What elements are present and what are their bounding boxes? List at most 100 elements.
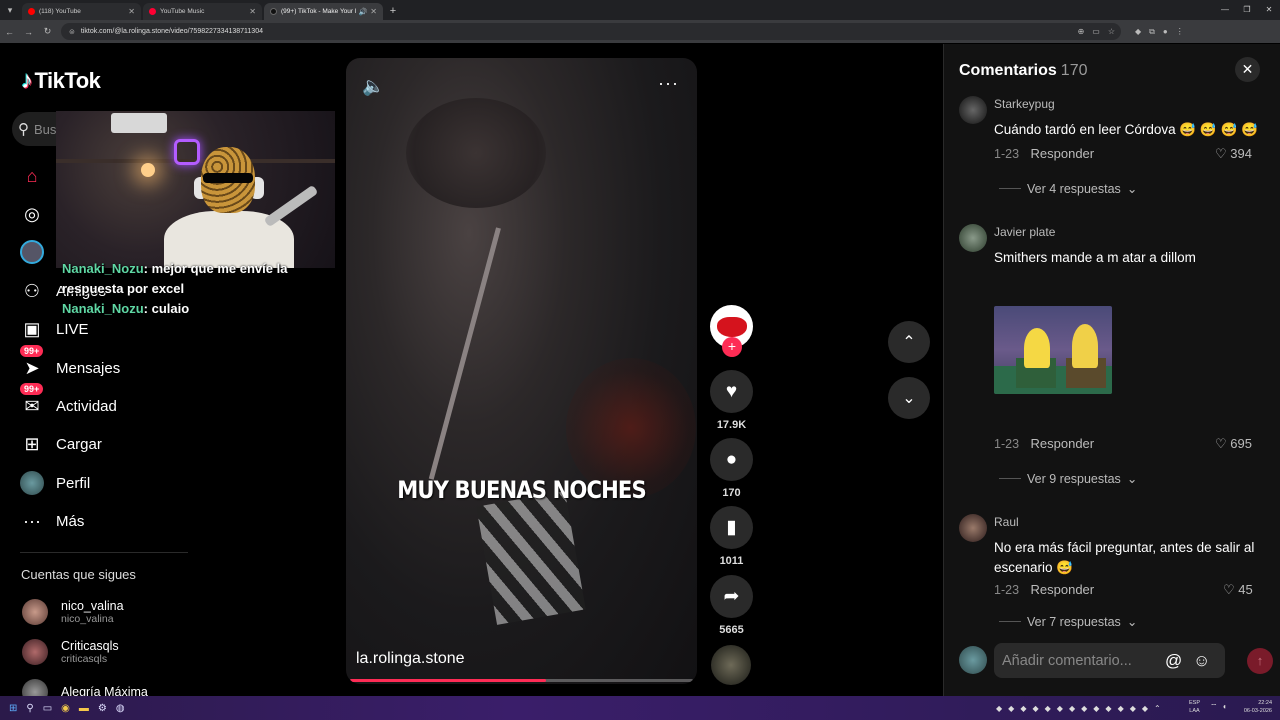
tray-app-icon[interactable]: ◆ [1142, 704, 1148, 713]
language-indicator[interactable]: ESP LAA [1189, 699, 1200, 715]
file-explorer-icon[interactable]: ▬ [79, 703, 89, 714]
tab-tiktok[interactable]: (99+) TikTok - Make Your Day 🔊 ✕ [264, 3, 383, 20]
reply-button[interactable]: Responder [1031, 582, 1095, 597]
reply-button[interactable]: Responder [1031, 436, 1095, 451]
tray-overflow-icon[interactable]: ⌃ [1154, 704, 1161, 713]
volume-icon[interactable]: ◖ [1222, 702, 1227, 711]
comment-user[interactable]: Javier plate [994, 225, 1055, 239]
bookmark-icon: ▮ [726, 517, 737, 538]
emoji-icon[interactable]: ☺ [1193, 651, 1210, 671]
tray-app-icon[interactable]: ◆ [1093, 704, 1099, 713]
next-video-button[interactable]: ⌄ [888, 377, 930, 419]
tab-youtube[interactable]: (118) YouTube ✕ [22, 3, 141, 20]
reload-icon[interactable]: ↻ [38, 26, 57, 37]
settings-icon[interactable]: ⚙ [98, 703, 107, 714]
reply-button[interactable]: Responder [1031, 146, 1095, 161]
video-progress-bar[interactable] [350, 679, 693, 682]
extension-icon[interactable]: ◆ [1135, 27, 1141, 37]
view-replies-button[interactable]: Ver 9 respuestas ⌄ [999, 471, 1137, 486]
tab-search-icon[interactable]: ▾ [0, 0, 20, 20]
following-account[interactable]: Criticasqls criticasqls [22, 639, 119, 665]
avatar[interactable] [959, 514, 987, 542]
nav-explore[interactable]: ◎ [20, 201, 56, 227]
tray-app-icon[interactable]: ◆ [1032, 704, 1038, 713]
nav-messages[interactable]: ➤ Mensajes 99+ [20, 345, 120, 381]
nav-activity[interactable]: ✉ Actividad 99+ [20, 383, 117, 419]
tray-app-icon[interactable]: ◆ [996, 704, 1002, 713]
nav-home[interactable]: ⌂ [20, 163, 56, 189]
save-button[interactable]: ▮ [710, 506, 753, 549]
cast-icon[interactable]: ▭ [1092, 27, 1100, 36]
nav-following[interactable] [20, 239, 56, 265]
comment-like[interactable]: ♡ 695 [1215, 436, 1252, 452]
tray-app-icon[interactable]: ◆ [1020, 704, 1026, 713]
extensions-puzzle-icon[interactable]: ⧉ [1149, 27, 1155, 37]
mention-icon[interactable]: @ [1165, 651, 1182, 671]
video-author[interactable]: la.rolinga.stone [356, 650, 465, 668]
profile-icon[interactable]: ● [1163, 27, 1168, 37]
nav-upload[interactable]: ⊞ Cargar [20, 431, 101, 457]
comment-like[interactable]: ♡ 45 [1223, 582, 1253, 598]
share-button[interactable]: ➦ [710, 575, 753, 618]
app-icon[interactable]: ◍ [116, 703, 125, 714]
search-icon[interactable]: ⚲ [26, 703, 33, 714]
zoom-icon[interactable]: ⊕ [1078, 27, 1085, 36]
task-view-icon[interactable]: ▭ [43, 703, 52, 714]
close-comments-button[interactable]: ✕ [1235, 57, 1260, 82]
window-close-icon[interactable]: ✕ [1258, 0, 1280, 20]
tray-app-icon[interactable]: ◆ [1045, 704, 1051, 713]
browser-menu-icon[interactable]: ⋮ [1176, 27, 1184, 37]
minimize-icon[interactable]: — [1214, 0, 1236, 20]
close-tab-icon[interactable]: ✕ [128, 7, 135, 16]
comment-like[interactable]: ♡ 394 [1215, 146, 1252, 162]
tray-app-icon[interactable]: ◆ [1130, 704, 1136, 713]
sound-disc[interactable] [711, 645, 751, 685]
follow-button[interactable]: + [722, 337, 742, 357]
more-options-icon[interactable]: ··· [658, 73, 679, 94]
replies-line [999, 478, 1021, 479]
avatar[interactable] [959, 224, 987, 252]
url-bar[interactable]: ⊜ tiktok.com/@la.rolinga.stone/video/759… [61, 23, 1121, 40]
new-tab-button[interactable]: + [383, 3, 403, 20]
view-replies-button[interactable]: Ver 7 respuestas ⌄ [999, 614, 1137, 629]
maximize-icon[interactable]: ❐ [1236, 0, 1258, 20]
upload-icon: ⊞ [24, 433, 40, 454]
nav-live[interactable]: ▣ LIVE [20, 316, 88, 342]
like-button[interactable]: ♥ [710, 370, 753, 413]
following-account[interactable]: nico_valina nico_valina [22, 599, 124, 625]
site-info-icon[interactable]: ⊜ [69, 28, 75, 36]
close-tab-icon[interactable]: ✕ [370, 7, 377, 16]
post-comment-button[interactable]: ↑ [1247, 648, 1273, 674]
avatar[interactable] [959, 96, 987, 124]
tray-app-icon[interactable]: ◆ [1008, 704, 1014, 713]
comment-user[interactable]: Raul [994, 515, 1019, 529]
tray-app-icon[interactable]: ◆ [1118, 704, 1124, 713]
nav-more[interactable]: ··· Más [20, 508, 84, 534]
comment-date: 1-23 [994, 583, 1020, 597]
tray-app-icon[interactable]: ◆ [1069, 704, 1075, 713]
tab-audio-icon[interactable]: 🔊 [359, 8, 368, 16]
share-icon: ➦ [723, 586, 740, 607]
tray-app-icon[interactable]: ◆ [1057, 704, 1063, 713]
comment-user[interactable]: Starkeypug [994, 97, 1055, 111]
back-icon[interactable]: ← [0, 27, 19, 37]
view-replies-button[interactable]: Ver 4 respuestas ⌄ [999, 181, 1137, 196]
close-tab-icon[interactable]: ✕ [249, 7, 256, 16]
previous-video-button[interactable]: ⌃ [888, 321, 930, 363]
tray-app-icon[interactable]: ◆ [1105, 704, 1111, 713]
tab-youtube-music[interactable]: YouTube Music ✕ [143, 3, 262, 20]
windows-start-icon[interactable]: ⊞ [9, 703, 17, 714]
chrome-icon[interactable]: ◉ [61, 703, 70, 714]
tray-app-icon[interactable]: ◆ [1081, 704, 1087, 713]
comment-gif[interactable] [994, 306, 1112, 394]
tiktok-logo[interactable]: ♪ TikTok [21, 67, 101, 95]
comment-input[interactable]: Añadir comentario... @ ☺ [994, 643, 1225, 678]
forward-icon[interactable]: → [19, 27, 38, 37]
video-player[interactable]: 🔈 ··· MUY BUENAS NOCHES la.rolinga.stone [346, 58, 697, 684]
volume-icon[interactable]: 🔈 [362, 76, 384, 97]
network-icon[interactable]: ⌔ [1210, 702, 1218, 712]
nav-profile[interactable]: Perfil [20, 470, 90, 496]
bookmark-star-icon[interactable]: ☆ [1108, 27, 1115, 36]
comment-button[interactable]: ● [710, 438, 753, 481]
taskbar-clock[interactable]: 22:24 06-03-2026 [1232, 699, 1272, 715]
